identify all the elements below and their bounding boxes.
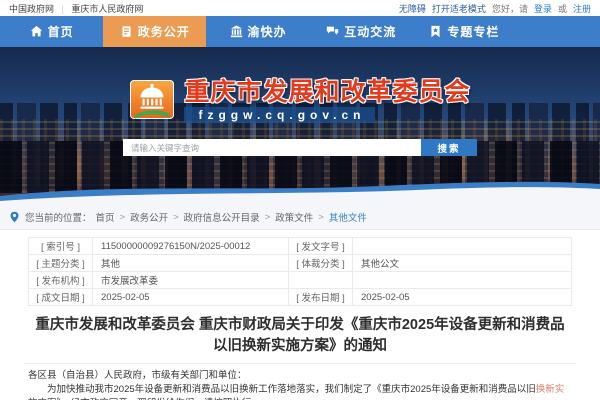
article-body: 各区县（自治县）人民政府，市级有关部门和单位： 为加快推动我市2025年设备更新… xyxy=(28,369,572,400)
meta-label-empty xyxy=(289,272,353,289)
link-china-gov[interactable]: 中国政府网 xyxy=(9,4,54,14)
chat-icon xyxy=(326,25,339,38)
highlighted-keyword: 换新实 xyxy=(536,384,565,395)
breadcrumb-separator: > xyxy=(318,212,324,223)
document-icon xyxy=(120,25,133,38)
top-utility-bar: 中国政府网 | 重庆市人民政府网 无障碍 打开适老模式 您好，请 登录 或 注册 xyxy=(0,0,600,16)
breadcrumb: 您当前的位置： 首页 > 政务公开 > 政府信息公开目录 > 政策文件 > 其他… xyxy=(0,205,600,230)
main-nav-inner: 首页 政务公开 渝快办 互动交流 专题专栏 xyxy=(0,16,516,47)
meta-label-index: [ 索引号 ] xyxy=(29,238,93,255)
elder-mode-link[interactable]: 打开适老模式 xyxy=(432,2,486,15)
breadcrumb-separator: > xyxy=(265,212,271,223)
home-icon xyxy=(30,25,43,38)
topbar-right: 无障碍 打开适老模式 您好，请 登录 或 注册 xyxy=(399,2,591,15)
title-divider xyxy=(24,363,576,364)
meta-label-written-date: [ 成文日期 ] xyxy=(29,289,93,306)
meta-value-index: 11500000009276150N/2025-00012 xyxy=(93,238,289,255)
meta-value-genre: 其他公文 xyxy=(353,255,572,272)
meta-value-publish-date: 2025-02-05 xyxy=(353,289,572,306)
breadcrumb-item-policy-files[interactable]: 政策文件 xyxy=(275,210,313,224)
search-button[interactable]: 搜索 xyxy=(421,139,477,156)
site-url: fzggw.cq.gov.cn xyxy=(184,107,375,123)
building-icon xyxy=(230,25,243,38)
nav-tab-label: 渝快办 xyxy=(248,23,287,40)
doc-meta-table: [ 索引号 ] 11500000009276150N/2025-00012 [ … xyxy=(28,237,572,306)
breadcrumb-item-home[interactable]: 首页 xyxy=(96,210,115,224)
nav-tab-label: 首页 xyxy=(48,23,74,40)
link-chongqing-gov[interactable]: 重庆市人民政府网 xyxy=(71,4,143,14)
hero-banner: 重庆市发展和改革委员会 fzggw.cq.gov.cn 搜索 xyxy=(0,47,600,205)
document-content: [ 索引号 ] 11500000009276150N/2025-00012 [ … xyxy=(0,230,600,400)
meta-value-empty xyxy=(353,272,572,289)
breadcrumb-separator: > xyxy=(120,212,126,223)
location-pin-icon xyxy=(10,211,19,223)
nav-tab-yukuaiban[interactable]: 渝快办 xyxy=(206,16,309,47)
meta-value-written-date: 2025-02-05 xyxy=(93,289,289,306)
meta-label-genre: [ 体裁分类 ] xyxy=(289,255,353,272)
nav-tab-interaction[interactable]: 互动交流 xyxy=(310,16,413,47)
nav-tab-label: 互动交流 xyxy=(344,23,396,40)
table-row: [ 主题分类 ] 其他 [ 体裁分类 ] 其他公文 xyxy=(29,255,572,272)
breadcrumb-item-info-catalog[interactable]: 政府信息公开目录 xyxy=(184,210,260,224)
breadcrumb-prefix: 您当前的位置： xyxy=(25,210,92,224)
nav-tab-gov-info[interactable]: 政务公开 xyxy=(103,16,206,47)
table-row: [ 索引号 ] 11500000009276150N/2025-00012 [ … xyxy=(29,238,572,255)
site-titles: 重庆市发展和改革委员会 fzggw.cq.gov.cn xyxy=(184,79,470,124)
nav-tab-label: 政务公开 xyxy=(138,23,190,40)
bookmark-icon xyxy=(429,25,442,38)
breadcrumb-item-other-files[interactable]: 其他文件 xyxy=(329,210,367,224)
meta-value-topic: 其他 xyxy=(93,255,289,272)
article-paragraph: 为加快推动我市2025年设备更新和消费品以旧换新工作落地落实，我们制定了《重庆市… xyxy=(28,383,572,400)
nav-tab-label: 专题专栏 xyxy=(447,23,499,40)
topbar-separator: | xyxy=(62,4,64,14)
main-nav: 首页 政务公开 渝快办 互动交流 专题专栏 xyxy=(0,16,600,47)
breadcrumb-separator: > xyxy=(173,212,179,223)
meta-label-doc-number: [ 发文字号 ] xyxy=(289,238,353,255)
nav-tab-special-topics[interactable]: 专题专栏 xyxy=(413,16,516,47)
greeting-text: 您好，请 xyxy=(492,2,528,15)
table-row: [ 发布机构 ] 市发展改革委 xyxy=(29,272,572,289)
search-input[interactable] xyxy=(123,139,421,156)
page: 中国政府网 | 重庆市人民政府网 无障碍 打开适老模式 您好，请 登录 或 注册… xyxy=(0,0,600,400)
topbar-left: 中国政府网 | 重庆市人民政府网 xyxy=(9,2,143,15)
accessibility-link[interactable]: 无障碍 xyxy=(399,2,426,15)
meta-label-topic: [ 主题分类 ] xyxy=(29,255,93,272)
banner-wave-decoration xyxy=(0,179,600,205)
search-bar: 搜索 xyxy=(123,139,477,156)
register-link[interactable]: 注册 xyxy=(573,2,591,15)
breadcrumb-item-gov-info[interactable]: 政务公开 xyxy=(130,210,168,224)
page-title: 重庆市发展和改革委员会 重庆市财政局关于印发《重庆市2025年设备更新和消费品以… xyxy=(30,315,570,357)
site-logo-block: 重庆市发展和改革委员会 fzggw.cq.gov.cn xyxy=(0,79,600,124)
meta-value-doc-number xyxy=(353,238,572,255)
login-link[interactable]: 登录 xyxy=(534,2,552,15)
or-text: 或 xyxy=(558,2,567,15)
nav-tab-home[interactable]: 首页 xyxy=(0,16,103,47)
paragraph-text: 为加快推动我市2025年设备更新和消费品以旧换新工作落地落实，我们制定了《重庆市… xyxy=(47,384,536,395)
table-row: [ 成文日期 ] 2025-02-05 [ 发布日期 ] 2025-02-05 xyxy=(29,289,572,306)
meta-label-issuer: [ 发布机构 ] xyxy=(29,272,93,289)
site-name: 重庆市发展和改革委员会 xyxy=(184,79,470,105)
agency-logo-icon xyxy=(129,80,175,124)
meta-label-publish-date: [ 发布日期 ] xyxy=(289,289,353,306)
article-salutation: 各区县（自治县）人民政府，市级有关部门和单位： xyxy=(28,369,572,383)
meta-value-issuer: 市发展改革委 xyxy=(93,272,289,289)
